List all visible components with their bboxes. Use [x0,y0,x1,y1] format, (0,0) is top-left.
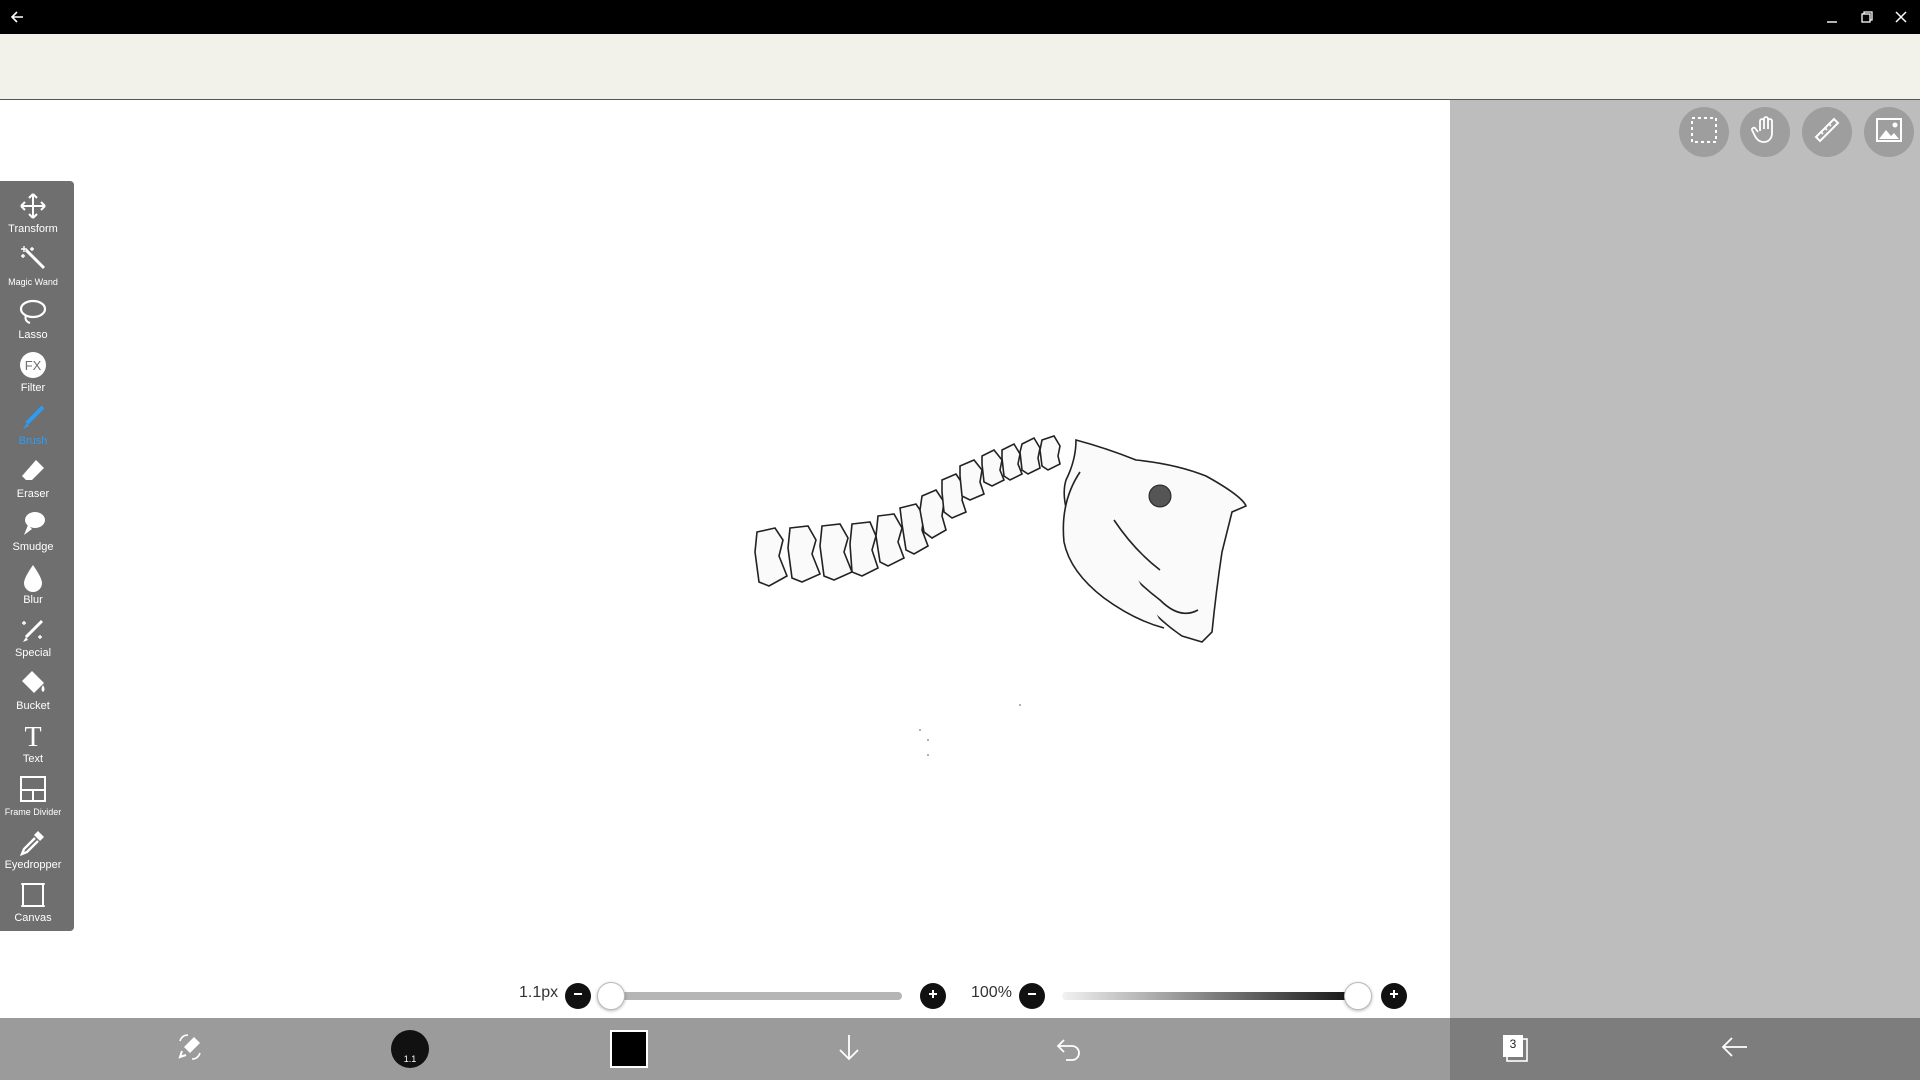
opacity-slider-handle[interactable] [1344,982,1372,1010]
tool-eyedropper[interactable]: Eyedropper [0,825,66,877]
dashed-selection-icon [1689,115,1719,150]
opacity-label: 100% [971,984,1012,1001]
brush-size-increase-button[interactable] [920,983,946,1009]
skeleton-drawing [754,435,1248,756]
down-arrow-button[interactable] [824,1018,874,1080]
drop-icon [18,560,48,594]
minus-icon [1026,987,1038,1005]
hand-button[interactable] [1740,107,1790,157]
tool-frame-divider[interactable]: Frame Divider [0,772,66,824]
ruler-icon [1812,115,1842,150]
tool-canvas[interactable]: Canvas [0,878,66,930]
layers-button[interactable]: 3 [1490,1018,1540,1080]
down-arrow-icon [834,1032,864,1067]
side-panel [1450,100,1920,1018]
undo-icon [1054,1032,1084,1067]
tool-label: Bucket [16,700,50,712]
tool-label: Smudge [12,541,54,553]
drawing-canvas[interactable] [0,100,1450,1018]
minimize-icon[interactable] [1815,0,1849,34]
tool-label: Filter [20,382,46,394]
plus-icon [927,987,939,1005]
smudge-icon [18,507,48,541]
svg-text:T: T [24,722,41,751]
move-arrows-icon [18,189,48,223]
opacity-decrease-button[interactable] [1019,983,1045,1009]
close-icon[interactable] [1884,0,1918,34]
tool-label: Blur [23,594,43,606]
header-banner [0,34,1920,100]
title-bar [0,0,1920,34]
magic-wand-icon [18,242,48,276]
opacity-increase-button[interactable] [1381,983,1407,1009]
color-swatch [610,1030,648,1068]
opacity-slider[interactable] [1062,992,1357,1000]
bottom-side-toolbar: 3 [1450,1018,1920,1080]
tool-label: Special [14,647,52,659]
tool-label: Lasso [18,329,48,341]
brush-preview-button[interactable]: 1.1 [385,1018,435,1080]
canvas-icon [18,878,48,912]
tool-bucket[interactable]: Bucket [0,666,66,718]
special-brush-icon [18,613,48,647]
hand-icon [1750,115,1780,150]
brush-preview-size: 1.1 [403,1054,417,1064]
text-icon: T [18,719,48,753]
frame-divider-icon [18,772,48,806]
fx-icon: FX [18,348,48,382]
restore-icon[interactable] [1850,0,1884,34]
selection-button[interactable] [1679,107,1729,157]
brush-size-decrease-button[interactable] [565,983,591,1009]
ruler-button[interactable] [1802,107,1852,157]
minus-icon [572,987,584,1005]
tool-brush[interactable]: Brush [0,401,66,453]
tool-transform[interactable]: Transform [0,189,66,241]
swap-tools-button[interactable] [165,1018,215,1080]
tool-text[interactable]: T Text [0,719,66,771]
tool-label: Frame Divider [4,807,62,817]
swap-icon [174,1031,206,1068]
image-button[interactable] [1864,107,1914,157]
color-swatch-button[interactable] [604,1018,654,1080]
brush-size-slider-handle[interactable] [597,982,625,1010]
brush-icon [18,401,48,435]
tool-magic-wand[interactable]: Magic Wand [0,242,66,294]
svg-text:FX: FX [25,358,42,373]
plus-icon [1388,987,1400,1005]
back-button[interactable] [1710,1018,1760,1080]
back-arrow-icon [1719,1031,1751,1068]
image-icon [1874,115,1904,150]
tool-filter[interactable]: FX Filter [0,348,66,400]
layers-icon: 3 [1499,1033,1531,1065]
tool-label: Canvas [14,912,52,924]
tool-label: Text [22,753,44,765]
tool-lasso[interactable]: Lasso [0,295,66,347]
layers-count: 3 [1509,1037,1517,1051]
tool-label: Transform [8,223,58,235]
eraser-icon [18,454,48,488]
tool-blur[interactable]: Blur [0,560,66,612]
tool-palette: Transform Magic Wand Lasso FX Filter Bru… [0,181,74,931]
tool-label: Eraser [16,488,50,500]
tool-smudge[interactable]: Smudge [0,507,66,559]
undo-button[interactable] [1044,1018,1094,1080]
bottom-toolbar: 1.1 [0,1018,1450,1080]
eyedropper-icon [18,825,48,859]
lasso-icon [18,295,48,329]
tool-special[interactable]: Special [0,613,66,665]
brush-size-label: 1.1px [519,984,559,1001]
tool-label: Magic Wand [8,277,58,287]
back-arrow-icon[interactable] [0,0,34,34]
brush-size-slider[interactable] [610,992,902,1000]
tool-label: Eyedropper [4,859,62,871]
tool-label: Brush [18,435,48,447]
bucket-icon [18,666,48,700]
tool-eraser[interactable]: Eraser [0,454,66,506]
